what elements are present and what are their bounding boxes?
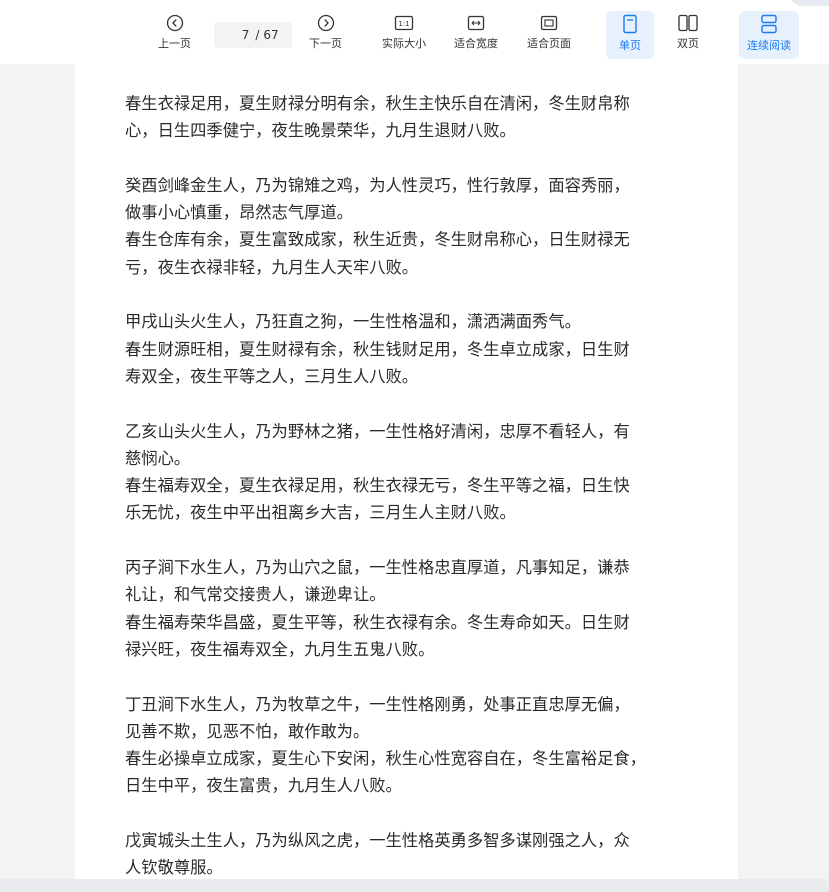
text-line: 春生福寿荣华昌盛，夏生平等，秋生衣禄有余。冬生寿命如天。日生财 [125,612,630,632]
text-line: 春生衣禄足用，夏生财禄分明有余，秋生主快乐自在清闲，冬生财帛称 [125,94,630,113]
text-line: 丁丑涧下水生人，乃为牧草之牛，一生性格刚勇，处事正直忠厚无偏， [125,694,630,714]
text-line: 春生财源旺相，夏生财禄有余，秋生钱财足用，冬生卓立成家，日生财 [125,339,630,359]
actual-size-label: 实际大小 [382,37,426,50]
double-page-button[interactable]: 双页 [677,14,699,58]
fit-page-label: 适合页面 [527,37,571,50]
actual-size-icon: 1:1 [394,15,414,31]
page-number-input[interactable] [227,28,250,42]
fit-page-button[interactable]: 适合页面 [527,14,571,58]
toolbar: 上一页 / 67 下一页 1:1 实际大小 适合宽度 适合页面 [0,0,829,64]
bottom-bar [0,879,829,892]
next-page-label: 下一页 [309,37,342,50]
paragraph: 丙子涧下水生人，乃为山穴之鼠，一生性格忠直厚道，凡事知足，谦恭 礼让，和气常交接贵… [125,554,715,663]
text-line: 戊寅城头土生人，乃为纵风之虎，一生性格英勇多智多谋刚强之人，众 [125,831,630,851]
prev-page-button[interactable]: 上一页 [158,14,191,58]
fit-page-icon [540,15,558,31]
single-page-button[interactable]: 单页 [606,11,654,59]
paragraph: 甲戌山头火生人，乃狂直之狗，一生性格温和，潇洒满面秀气。春生财源旺相，夏生财禄有… [125,308,715,390]
text-line: 禄兴旺，夜生福寿双全，九月生五鬼八败。 [125,639,435,659]
text-line: 做事小心慎重，昂然志气厚道。 [125,203,353,223]
prev-page-label: 上一页 [158,37,191,50]
fit-width-icon [467,15,485,31]
actual-size-icon-text: 1:1 [398,20,409,28]
paragraph: 癸酉剑峰金生人，乃为锦雉之鸡，为人性灵巧，性行敦厚，面容秀丽， 做事小心慎重，昂然… [125,172,715,281]
text-line: 丙子涧下水生人，乃为山穴之鼠，一生性格忠直厚道，凡事知足，谦恭 [125,558,630,578]
text-line: 礼让，和气常交接贵人，谦逊卑让。 [125,585,386,605]
paragraph: 丁丑涧下水生人，乃为牧草之牛，一生性格刚勇，处事正直忠厚无偏， 见善不欺，见恶不怕… [125,691,715,800]
text-line: 春生必操卓立成家，夏生心下安闲，秋生心性宽容自在，冬生富裕足食， [125,749,647,769]
paragraph: 戊寅城头土生人，乃为纵风之虎，一生性格英勇多智多谋刚强之人，众 人钦敬尊服。 [125,827,715,882]
double-page-icon [678,14,698,32]
text-line: 甲戌山头火生人，乃狂直之狗，一生性格温和，潇洒满面秀气。 [125,312,581,332]
continuous-reading-icon [761,14,777,34]
text-line: 慈悯心。 [125,448,191,468]
text-line: 日生中平，夜生富贵，九月生人八败。 [125,776,402,796]
paragraph: 乙亥山头火生人，乃为野林之猪，一生性格好清闲，忠厚不看轻人，有 慈悯心。春生福寿双… [125,418,715,527]
chevron-left-circle-icon [166,14,183,32]
page-separator: / [255,28,260,42]
double-page-label: 双页 [677,37,699,50]
text-line: 春生福寿双全，夏生衣禄足用，秋生衣禄无亏，冬生平等之福，日生快 [125,476,630,496]
document-page: 春生衣禄足用，夏生财禄分明有余，秋生主快乐自在清闲，冬生财帛称 心，日生四季健宁，… [75,64,738,879]
text-line: 乙亥山头火生人，乃为野林之猪，一生性格好清闲，忠厚不看轻人，有 [125,421,630,441]
page-indicator: / 67 [214,22,292,48]
continuous-reading-label: 连续阅读 [747,39,791,52]
total-pages: 67 [263,28,279,42]
next-page-button[interactable]: 下一页 [309,14,342,58]
text-line: 见善不欺，见恶不怕，敢作敢为。 [125,721,370,741]
text-line: 春生仓库有余，夏生富致成家，秋生近贵，冬生财帛称心，日生财禄无 [125,230,630,250]
continuous-reading-button[interactable]: 连续阅读 [739,11,799,59]
chevron-right-circle-icon [317,14,334,32]
paragraph: 春生衣禄足用，夏生财禄分明有余，秋生主快乐自在清闲，冬生财帛称 心，日生四季健宁，… [125,90,715,145]
text-line: 心，日生四季健宁，夜生晚景荣华，九月生退财八败。 [125,121,516,141]
single-page-icon [623,14,637,34]
text-line: 乐无忧，夜生中平出祖离乡大吉，三月生人主财八败。 [125,503,516,523]
actual-size-button[interactable]: 1:1 实际大小 [382,14,426,58]
text-line: 人钦敬尊服。 [125,858,223,878]
single-page-label: 单页 [619,39,641,52]
text-line: 亏，夜生衣禄非轻，九月生人天牢八败。 [125,257,419,277]
text-line: 癸酉剑峰金生人，乃为锦雉之鸡，为人性灵巧，性行敦厚，面容秀丽， [125,175,630,195]
document-content: 春生衣禄足用，夏生财禄分明有余，秋生主快乐自在清闲，冬生财帛称 心，日生四季健宁，… [125,90,715,892]
fit-width-button[interactable]: 适合宽度 [454,14,498,58]
fit-width-label: 适合宽度 [454,37,498,50]
corner-tab [789,0,829,6]
text-line: 寿双全，夜生平等之人，三月生人八败。 [125,366,419,386]
